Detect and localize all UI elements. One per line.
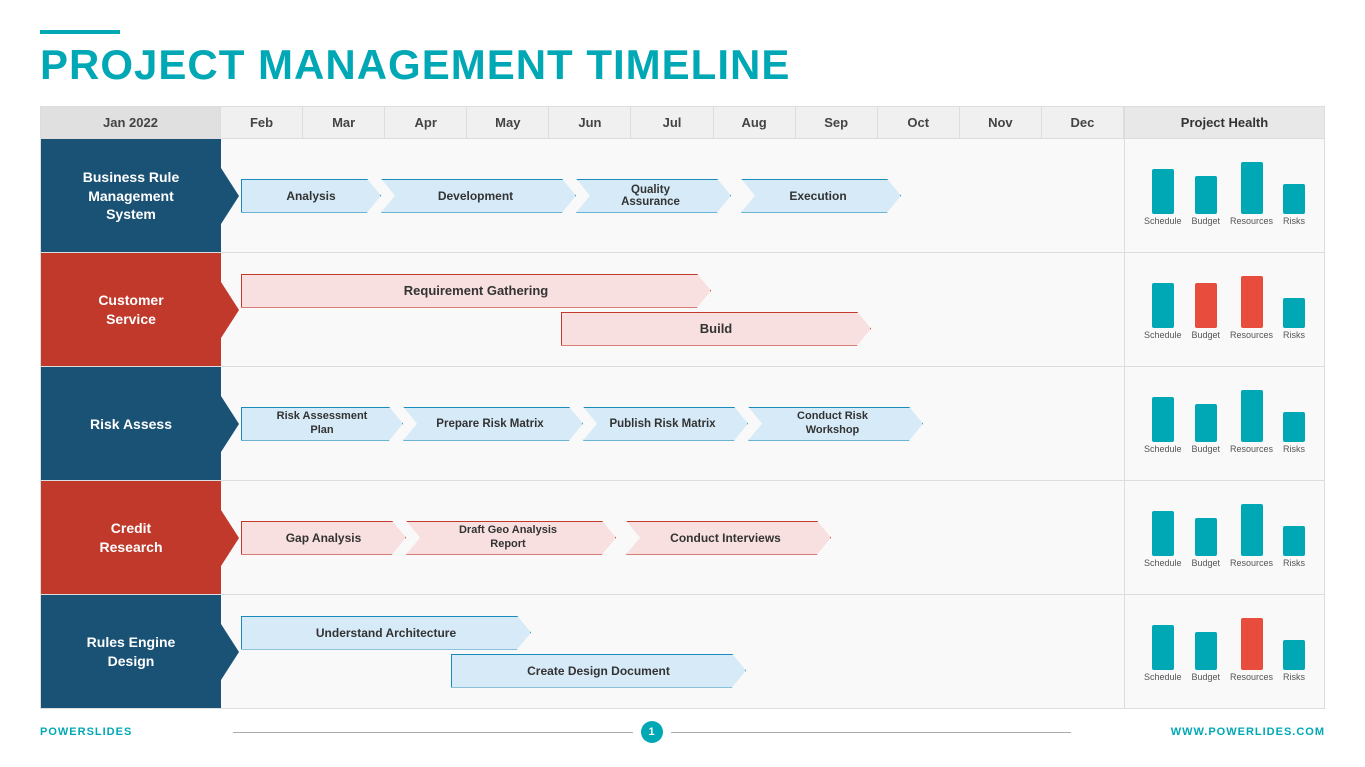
health-resources-cr: Resources bbox=[1230, 504, 1273, 568]
arrow-gap-analysis: Gap Analysis bbox=[241, 521, 406, 555]
health-bars-ra: Schedule Budget Resources bbox=[1144, 390, 1305, 454]
footer-line-right bbox=[671, 732, 1071, 733]
health-rules-engine: Schedule Budget Resources bbox=[1124, 595, 1324, 708]
month-header-row: Jan 2022 Feb Mar Apr May Jun Jul Aug Sep… bbox=[40, 106, 1325, 138]
label-customer-service: CustomerService bbox=[41, 253, 221, 366]
health-bars-cr: Schedule Budget Resources bbox=[1144, 504, 1305, 568]
arrow-requirement-gathering: Requirement Gathering bbox=[241, 274, 711, 308]
footer-brand: POWERSLIDES bbox=[40, 726, 132, 738]
row-customer-service: CustomerService Requirement Gathering Bu… bbox=[41, 253, 1324, 367]
month-may: May bbox=[467, 107, 549, 138]
page-number: 1 bbox=[641, 721, 663, 743]
health-credit-research: Schedule Budget Resources bbox=[1124, 481, 1324, 594]
footer-power: POWER bbox=[40, 726, 87, 738]
health-header: Project Health bbox=[1124, 107, 1324, 138]
gantt-risk-assess: Risk AssessmentPlan Prepare Risk Matrix … bbox=[221, 367, 1124, 480]
row-risk-assess: Risk Assess Risk AssessmentPlan Prepare … bbox=[41, 367, 1324, 481]
health-risks-re: Risks bbox=[1283, 640, 1305, 682]
label-credit-research: CreditResearch bbox=[41, 481, 221, 594]
gantt-credit-research: Gap Analysis Draft Geo AnalysisReport Co… bbox=[221, 481, 1124, 594]
health-bars-cs: Schedule Budget Resources bbox=[1144, 276, 1305, 340]
month-apr: Apr bbox=[385, 107, 467, 138]
gantt-row-re-bottom: Create Design Document bbox=[241, 655, 1124, 687]
arrow-prepare-risk-matrix: Prepare Risk Matrix bbox=[403, 407, 583, 441]
footer-url: WWW.POWERLIDES.COM bbox=[1171, 726, 1325, 738]
health-schedule-re: Schedule bbox=[1144, 625, 1182, 682]
title-cyan: TIMELINE bbox=[586, 41, 790, 88]
footer-center: 1 bbox=[233, 721, 1071, 743]
row-credit-research: CreditResearch Gap Analysis Draft Geo An… bbox=[41, 481, 1324, 595]
arrow-development: Development bbox=[381, 179, 576, 213]
gantt-row-cr-top: Gap Analysis Draft Geo AnalysisReport Co… bbox=[241, 520, 1124, 556]
label-risk-assess: Risk Assess bbox=[41, 367, 221, 480]
health-schedule-ra: Schedule bbox=[1144, 397, 1182, 454]
health-schedule: Schedule bbox=[1144, 169, 1182, 226]
health-budget-cs: Budget bbox=[1191, 283, 1220, 340]
health-resources-cs: Resources bbox=[1230, 276, 1273, 340]
arrow-risk-assessment-plan: Risk AssessmentPlan bbox=[241, 407, 403, 441]
health-budget: Budget bbox=[1191, 176, 1220, 226]
gantt-rules-engine: Understand Architecture Create Design Do… bbox=[221, 595, 1124, 708]
footer-slides: SLIDES bbox=[87, 726, 133, 738]
footer-line-left bbox=[233, 732, 633, 733]
gantt-row-cs-top: Requirement Gathering bbox=[241, 275, 1124, 307]
arrow-quality-assurance: QualityAssurance bbox=[576, 179, 731, 213]
gantt-row-re-top: Understand Architecture bbox=[241, 617, 1124, 649]
month-jul: Jul bbox=[631, 107, 713, 138]
row-rules-engine: Rules EngineDesign Understand Architectu… bbox=[41, 595, 1324, 708]
gantt-row-1-top: Analysis Development QualityAssurance Ex… bbox=[241, 180, 1124, 212]
arrow-conduct-interviews: Conduct Interviews bbox=[626, 521, 831, 555]
month-nov: Nov bbox=[960, 107, 1042, 138]
health-risk-assess: Schedule Budget Resources bbox=[1124, 367, 1324, 480]
gantt-row-ra-top: Risk AssessmentPlan Prepare Risk Matrix … bbox=[241, 406, 1124, 442]
arrow-conduct-risk-workshop: Conduct RiskWorkshop bbox=[748, 407, 923, 441]
accent-line bbox=[40, 30, 120, 34]
month-jan: Jan 2022 bbox=[41, 107, 221, 138]
page-title: PROJECT MANAGEMENT TIMELINE bbox=[40, 42, 1325, 88]
gantt-customer-service: Requirement Gathering Build bbox=[221, 253, 1124, 366]
row-business-rule: Business RuleManagementSystem Analysis D… bbox=[41, 139, 1324, 253]
label-business-rule: Business RuleManagementSystem bbox=[41, 139, 221, 252]
arrow-build: Build bbox=[561, 312, 871, 346]
content-area: Jan 2022 Feb Mar Apr May Jun Jul Aug Sep… bbox=[40, 106, 1325, 709]
health-customer-service: Schedule Budget Resources bbox=[1124, 253, 1324, 366]
gantt-row-cs-bottom: Build bbox=[241, 313, 1124, 345]
month-aug: Aug bbox=[714, 107, 796, 138]
month-feb: Feb bbox=[221, 107, 303, 138]
arrow-analysis: Analysis bbox=[241, 179, 381, 213]
timeline-area: Jan 2022 Feb Mar Apr May Jun Jul Aug Sep… bbox=[40, 106, 1325, 709]
arrow-publish-risk-matrix: Publish Risk Matrix bbox=[583, 407, 748, 441]
label-rules-engine: Rules EngineDesign bbox=[41, 595, 221, 708]
title-black: PROJECT MANAGEMENT bbox=[40, 41, 586, 88]
health-budget-ra: Budget bbox=[1191, 404, 1220, 454]
gantt-business-rule: Analysis Development QualityAssurance Ex… bbox=[221, 139, 1124, 252]
health-schedule-cr: Schedule bbox=[1144, 511, 1182, 568]
health-bars-re: Schedule Budget Resources bbox=[1144, 618, 1305, 682]
arrow-create-design-document: Create Design Document bbox=[451, 654, 746, 688]
month-sep: Sep bbox=[796, 107, 878, 138]
slide: PROJECT MANAGEMENT TIMELINE Jan 2022 Feb… bbox=[0, 0, 1365, 767]
health-resources-ra: Resources bbox=[1230, 390, 1273, 454]
rows-container: Business RuleManagementSystem Analysis D… bbox=[40, 138, 1325, 709]
health-risks-cr: Risks bbox=[1283, 526, 1305, 568]
arrow-execution: Execution bbox=[741, 179, 901, 213]
health-budget-re: Budget bbox=[1191, 632, 1220, 682]
health-schedule-cs: Schedule bbox=[1144, 283, 1182, 340]
month-jun: Jun bbox=[549, 107, 631, 138]
month-dec: Dec bbox=[1042, 107, 1124, 138]
health-risks-ra: Risks bbox=[1283, 412, 1305, 454]
arrow-understand-architecture: Understand Architecture bbox=[241, 616, 531, 650]
health-bars-business-rule: Schedule Budget Resources bbox=[1144, 162, 1305, 226]
arrow-draft-geo: Draft Geo AnalysisReport bbox=[406, 521, 616, 555]
month-oct: Oct bbox=[878, 107, 960, 138]
footer: POWERSLIDES 1 WWW.POWERLIDES.COM bbox=[40, 717, 1325, 747]
health-business-rule: Schedule Budget Resources bbox=[1124, 139, 1324, 252]
health-risks: Risks bbox=[1283, 184, 1305, 226]
header: PROJECT MANAGEMENT TIMELINE bbox=[40, 30, 1325, 88]
month-mar: Mar bbox=[303, 107, 385, 138]
health-budget-cr: Budget bbox=[1191, 518, 1220, 568]
health-risks-cs: Risks bbox=[1283, 298, 1305, 340]
health-resources: Resources bbox=[1230, 162, 1273, 226]
health-resources-re: Resources bbox=[1230, 618, 1273, 682]
